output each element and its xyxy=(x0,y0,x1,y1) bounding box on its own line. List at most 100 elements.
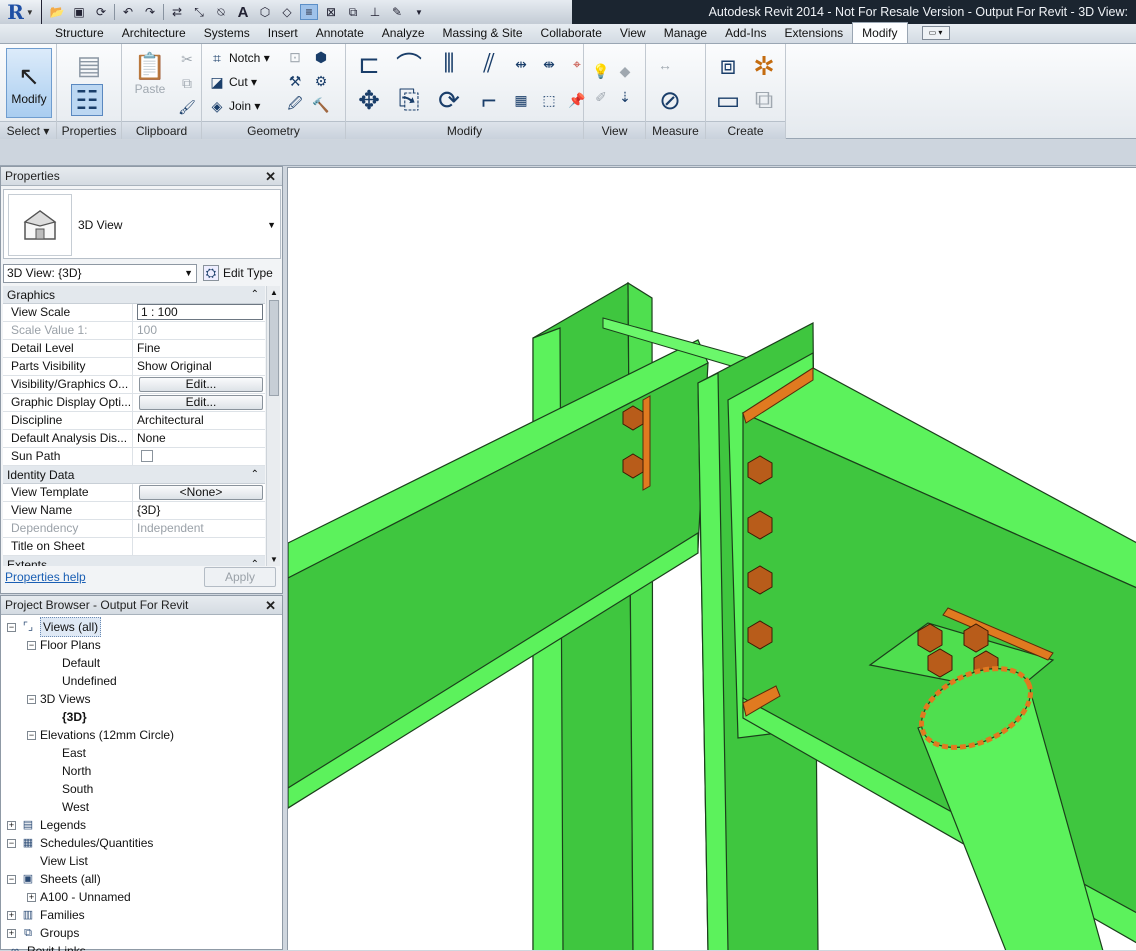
edit-button[interactable]: <None> xyxy=(139,485,263,500)
trim-extend-icon[interactable]: ⌐ xyxy=(472,84,506,116)
align-icon[interactable]: ⇄ xyxy=(168,4,186,20)
browser-node[interactable]: Undefined xyxy=(49,672,117,690)
close-icon[interactable]: ✕ xyxy=(265,167,276,186)
split-element-icon[interactable]: ⇹ xyxy=(512,55,530,73)
override-graphics-icon[interactable]: ◆ xyxy=(616,62,634,80)
notch-button[interactable]: ⌗ Notch ▾ xyxy=(208,48,280,68)
application-menu-button[interactable]: R ▼ xyxy=(0,0,42,24)
open-icon[interactable]: 📂 xyxy=(48,4,66,20)
ribbon-minimize-icon[interactable]: ▭ ▾ xyxy=(921,26,950,40)
browser-node[interactable]: − Floor Plans xyxy=(27,636,101,654)
scale-icon[interactable]: ⬚ xyxy=(540,91,558,109)
collapse-icon[interactable]: ⌃ xyxy=(251,556,259,566)
edit-button[interactable]: Edit... xyxy=(139,377,263,392)
browser-node[interactable]: South xyxy=(49,780,93,798)
move-icon[interactable]: ✥ xyxy=(352,84,386,116)
close-hidden-icon[interactable]: ⊠ xyxy=(322,4,340,20)
align-tool-icon[interactable]: ⊏ xyxy=(352,48,386,80)
browser-node[interactable]: Default xyxy=(49,654,100,672)
chevron-down-icon[interactable]: ▼ xyxy=(267,220,276,230)
property-group-header[interactable]: Identity Data ⌃ xyxy=(3,466,265,484)
scroll-down-icon[interactable]: ▼ xyxy=(270,555,278,564)
collapse-toggle-icon[interactable]: − xyxy=(7,838,16,848)
split-gap-icon[interactable]: ⇼ xyxy=(540,55,558,73)
text-icon[interactable]: A xyxy=(234,4,252,21)
expand-toggle-icon[interactable]: + xyxy=(7,910,16,920)
align-dim-icon[interactable]: ⊥ xyxy=(366,4,384,20)
array-icon[interactable]: ▦ xyxy=(512,91,530,109)
browser-node[interactable]: − Elevations (12mm Circle) xyxy=(27,726,174,744)
modify-icon[interactable]: ✎ xyxy=(388,4,406,20)
thin-lines-icon[interactable]: ≡ xyxy=(300,4,318,20)
type-selector[interactable]: 3D View ▼ xyxy=(3,189,281,259)
browser-node[interactable]: − ⌜⌟ Views (all) xyxy=(7,617,102,637)
tab-modify[interactable]: Modify xyxy=(852,22,908,43)
browser-node[interactable]: East xyxy=(49,744,86,762)
tab-massing-site[interactable]: Massing & Site xyxy=(434,23,532,43)
tab-add-ins[interactable]: Add-Ins xyxy=(716,23,775,43)
hammer-icon[interactable]: 🔨 xyxy=(312,96,330,114)
sun-path-checkbox[interactable] xyxy=(141,450,153,462)
collapse-toggle-icon[interactable]: − xyxy=(27,730,36,740)
browser-node[interactable]: + ▤ Legends xyxy=(7,816,86,834)
tab-extensions[interactable]: Extensions xyxy=(775,23,852,43)
beam-join-icon[interactable]: ⚙ xyxy=(312,72,330,90)
dimension-icon[interactable]: ⊘ xyxy=(654,84,686,116)
property-group-header[interactable]: Extents ⌃ xyxy=(3,556,265,566)
property-group-header[interactable]: Graphics ⌃ xyxy=(3,286,265,304)
property-value-text[interactable]: Show Original xyxy=(137,358,265,375)
offset-icon[interactable]: ⌒ xyxy=(392,48,426,81)
mirror-draw-icon[interactable]: ⫽ xyxy=(472,48,506,80)
split-face-icon[interactable]: ⊡ xyxy=(286,48,304,66)
collapse-icon[interactable]: ⌃ xyxy=(251,286,259,304)
tab-systems[interactable]: Systems xyxy=(195,23,259,43)
rotate-icon[interactable]: ⟳ xyxy=(432,84,466,116)
wall-join-icon[interactable]: ⬢ xyxy=(312,48,330,66)
undo-icon[interactable]: ↶ xyxy=(119,4,137,20)
sync-icon[interactable]: ⟳ xyxy=(92,4,110,20)
tab-view[interactable]: View xyxy=(611,23,655,43)
properties-help-link[interactable]: Properties help xyxy=(5,570,86,584)
tab-collaborate[interactable]: Collaborate xyxy=(532,23,611,43)
expand-toggle-icon[interactable]: + xyxy=(7,820,16,830)
filter-icon[interactable]: ⇣ xyxy=(616,88,634,106)
modify-button[interactable]: ↖ Modify xyxy=(6,48,52,118)
redo-icon[interactable]: ↷ xyxy=(141,4,159,20)
paste-button[interactable]: 📋 Paste xyxy=(130,50,170,97)
select-panel-label[interactable]: Select ▾ xyxy=(0,121,56,139)
property-value-text[interactable]: Architectural xyxy=(137,412,265,429)
property-value-text[interactable]: Fine xyxy=(137,340,265,357)
type-properties-icon[interactable]: ▤ xyxy=(73,49,105,81)
properties-palette-icon[interactable]: ☷ xyxy=(71,84,103,116)
browser-node[interactable]: {3D} xyxy=(49,708,87,726)
match-properties-icon[interactable]: 🖌 xyxy=(178,98,196,116)
collapse-toggle-icon[interactable]: − xyxy=(27,694,36,704)
tab-architecture[interactable]: Architecture xyxy=(113,23,195,43)
expand-toggle-icon[interactable]: + xyxy=(7,928,16,938)
section-icon[interactable]: ◇ xyxy=(278,4,296,20)
join-button[interactable]: ◈ Join ▾ xyxy=(208,96,280,116)
property-value-text[interactable]: {3D} xyxy=(137,502,265,519)
measure-icon[interactable]: ⤡ xyxy=(190,4,208,20)
browser-node[interactable]: West xyxy=(49,798,89,816)
paint-icon[interactable]: 🖉 xyxy=(286,95,304,114)
collapse-toggle-icon[interactable]: − xyxy=(7,622,16,632)
browser-node[interactable]: + ⧉ Groups xyxy=(7,924,79,942)
collapse-icon[interactable]: ⌃ xyxy=(251,466,259,484)
demolish-icon[interactable]: ⚒ xyxy=(286,72,304,90)
tag-icon[interactable]: ⍉ xyxy=(212,4,230,20)
close-icon[interactable]: ✕ xyxy=(265,596,276,615)
tab-analyze[interactable]: Analyze xyxy=(373,23,434,43)
edit-button[interactable]: Edit... xyxy=(139,395,263,410)
browser-node[interactable]: − ▣ Sheets (all) xyxy=(7,870,101,888)
measure-distance-icon[interactable]: ↔ xyxy=(656,56,674,74)
view-scale-input[interactable]: 1 : 100 xyxy=(137,304,263,320)
create-group-icon[interactable]: ▭ xyxy=(712,84,744,116)
instance-filter-dropdown[interactable]: 3D View: {3D} ▼ xyxy=(3,263,197,283)
scroll-up-icon[interactable]: ▲ xyxy=(270,288,278,297)
tab-structure[interactable]: Structure xyxy=(46,23,113,43)
similar-icon[interactable]: ⧉ xyxy=(748,84,780,116)
3d-view-icon[interactable]: ⬡ xyxy=(256,4,274,20)
mirror-axis-icon[interactable]: ⫴ xyxy=(432,48,466,80)
cut-button[interactable]: ◪ Cut ▾ xyxy=(208,72,280,92)
